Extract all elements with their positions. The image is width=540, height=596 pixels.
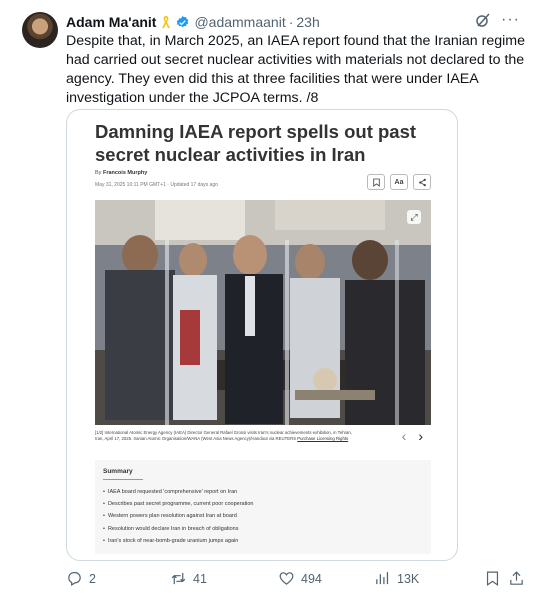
retweet-icon (171, 572, 186, 585)
separator-dot: · (288, 14, 294, 30)
share-button[interactable] (508, 570, 525, 587)
summary-item: Iran's stock of near-bomb-grade uranium … (103, 535, 253, 547)
summary-item: Describes past secret programme, current… (103, 498, 254, 510)
article-card[interactable]: Damning IAEA report spells out past secr… (66, 109, 458, 561)
article-author: Francois Murphy (102, 170, 148, 176)
article-tools: Aa (367, 174, 431, 190)
summary-box: Summary IAEA board requested 'comprehens… (95, 460, 431, 554)
retweet-button[interactable]: 41 (170, 570, 207, 587)
licensing-link[interactable]: Purchase Licensing Rights (297, 436, 348, 441)
chevron-right-icon[interactable]: › (418, 428, 423, 444)
grok-icon[interactable] (475, 12, 491, 28)
reply-icon (68, 571, 81, 586)
views-count: 13K (397, 571, 420, 586)
summary-list: IAEA board requested 'comprehensive' rep… (103, 486, 254, 547)
like-count: 494 (301, 571, 322, 586)
summary-item: IAEA board requested 'comprehensive' rep… (103, 486, 253, 498)
reply-count: 2 (89, 571, 96, 586)
chevron-left-icon[interactable]: ‹ (402, 428, 407, 444)
bookmark-button[interactable] (484, 570, 501, 587)
photo-caption: [1/2] International Atomic Energy Agency… (95, 430, 355, 442)
article-byline: By Francois Murphy (95, 170, 147, 176)
like-button[interactable]: 494 (278, 570, 322, 587)
like-icon (279, 572, 294, 585)
bookmark-icon[interactable] (367, 174, 385, 190)
article-title: Damning IAEA report spells out past secr… (95, 121, 417, 165)
author-avatar[interactable] (22, 12, 58, 48)
expand-icon[interactable]: ⤢ (407, 210, 421, 224)
author-handle[interactable]: @adammaanit (194, 14, 285, 30)
tweet-text: Despite that, in March 2025, an IAEA rep… (66, 33, 526, 106)
views-icon (376, 572, 389, 585)
tweet-header: Adam Ma'anit @adammaanit · 23h ··· (66, 12, 520, 32)
exhibition-photo (95, 200, 431, 425)
share-icon[interactable] (413, 174, 431, 190)
summary-title: Summary (103, 468, 133, 475)
summary-item: Western powers plan resolution against I… (103, 510, 253, 522)
tweet-actions: 2 41 494 13K (66, 570, 526, 590)
photo-nav: ‹ › (402, 428, 423, 444)
author-name[interactable]: Adam Ma'anit (66, 14, 156, 30)
summary-divider (103, 479, 143, 480)
bookmark-icon (486, 571, 499, 587)
tweet-timestamp[interactable]: 23h (296, 14, 319, 30)
reply-button[interactable]: 2 (66, 570, 96, 587)
text-size-button[interactable]: Aa (390, 174, 408, 190)
more-icon[interactable]: ··· (501, 12, 520, 28)
views-button[interactable]: 13K (374, 570, 419, 587)
summary-item: Resolution would declare Iran in breach … (103, 523, 253, 535)
yellow-ribbon-icon (160, 15, 172, 29)
article-photo[interactable]: ⤢ (95, 200, 431, 425)
byline-prefix: By (95, 170, 102, 176)
share-icon (510, 571, 523, 585)
article-dateline: May 31, 2025 10:11 PM GMT+1 · Updated 17… (95, 182, 218, 188)
retweet-count: 41 (193, 571, 207, 586)
verified-badge-icon (175, 15, 190, 30)
